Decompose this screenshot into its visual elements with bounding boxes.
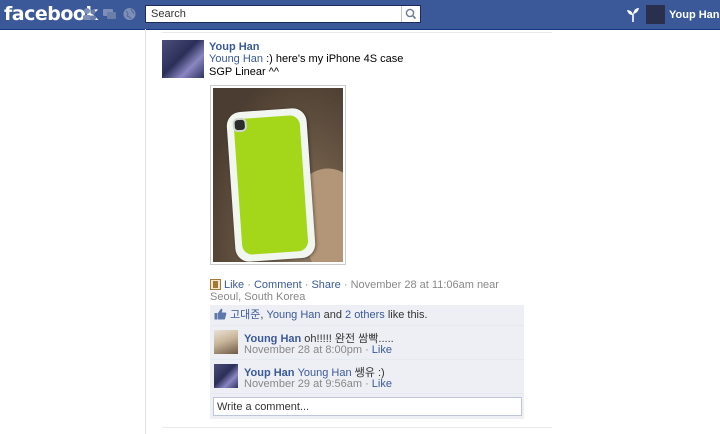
photo-content [213,88,343,262]
commenter-avatar[interactable] [214,330,238,354]
comment-item: Youp Han Young Han 쌩유 :) November 29 at … [210,360,524,394]
likes-summary: 고대준, Young Han and 2 others like this. [210,305,524,326]
plant-sprout-icon[interactable] [626,7,640,23]
search-icon [405,8,417,20]
thumbs-up-icon [214,308,227,320]
liker-link-2[interactable]: Young Han [267,309,321,321]
post-divider-top [162,32,552,33]
comment-like-link[interactable]: Like [372,378,392,390]
camera-icon [232,117,248,133]
user-name-link[interactable]: Youp Han [669,9,720,21]
post-message: Young Han :) here's my iPhone 4S case SG… [209,53,509,79]
post-author-name[interactable]: Youp Han [209,41,260,53]
friend-requests-icon[interactable] [82,7,97,21]
write-comment-row [210,394,524,419]
post-author-avatar[interactable] [162,40,204,78]
notifications-globe-icon[interactable] [122,7,137,21]
content-divider [145,29,146,434]
comment-like-link[interactable]: Like [372,344,392,356]
user-avatar[interactable] [646,5,665,24]
comment-timestamp[interactable]: November 28 at 8:00pm [244,344,362,356]
post-message-text: :) here's my iPhone 4S case [263,53,404,65]
write-comment-input[interactable] [213,397,522,416]
post-photo[interactable] [210,85,346,265]
comment-link[interactable]: Comment [254,279,302,291]
mobile-upload-icon [210,279,221,290]
phone-case-shape [225,107,317,262]
comment-timestamp[interactable]: November 29 at 9:56am [244,378,362,390]
comments-panel: 고대준, Young Han and 2 others like this. Y… [210,305,524,419]
post-message-line2: SGP Linear ^^ [209,66,280,78]
search-button[interactable] [401,6,420,22]
messages-icon[interactable] [102,7,117,21]
search-box [145,5,421,23]
post-actions: Like · Comment · Share · November 28 at … [210,279,499,303]
top-bar: facebook Youp Han [0,0,720,30]
post-divider-bottom [162,427,552,428]
share-link[interactable]: Share [311,279,340,291]
tagged-user-link[interactable]: Young Han [209,53,263,65]
like-link[interactable]: Like [224,279,244,291]
comment-item: Young Han oh!!!!! 완전 쌈빡..... November 28… [210,326,524,360]
commenter-avatar[interactable] [214,364,238,388]
search-input[interactable] [146,6,401,22]
likes-others-link[interactable]: 2 others [345,309,385,321]
liker-link-1[interactable]: 고대준 [230,309,260,321]
